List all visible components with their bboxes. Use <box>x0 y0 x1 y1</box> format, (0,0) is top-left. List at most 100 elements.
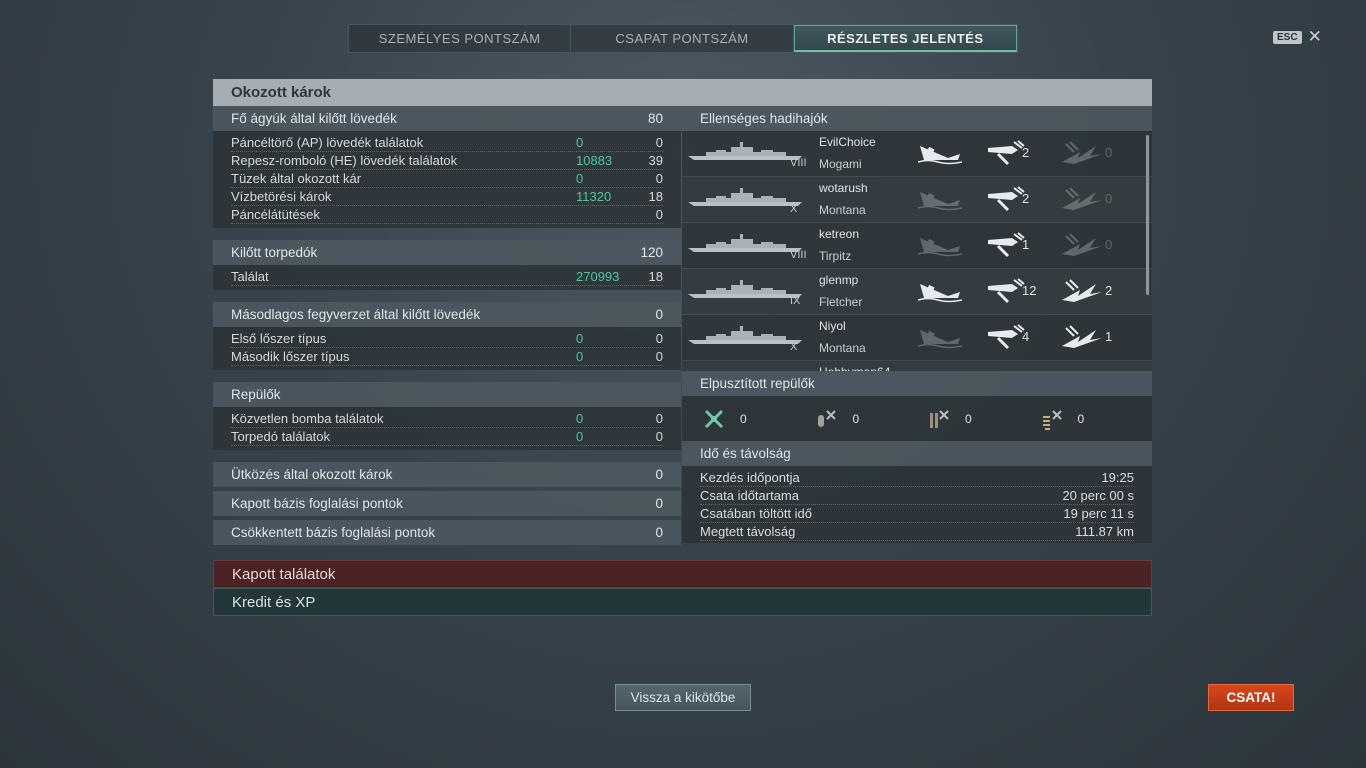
row-label: Első lőszer típus <box>231 331 327 346</box>
enemy-ship-row: Hobbyman64 <box>682 361 1152 371</box>
row-count: 0 <box>655 429 663 444</box>
plane-count: 0 <box>852 411 860 426</box>
row-label: Repesz-romboló (HE) lövedék találatok <box>231 153 458 168</box>
close-button[interactable]: ESC ✕ <box>1273 28 1322 45</box>
capture-label: Kapott bázis foglalási pontok <box>231 496 403 511</box>
tab-personal-score[interactable]: SZEMÉLYES PONTSZÁM <box>349 25 572 52</box>
flooding-count: 1 <box>1105 329 1113 344</box>
row-value: 20 perc 00 s <box>1062 488 1134 503</box>
player-name: Hobbyman64 <box>819 365 890 371</box>
credit-xp-bar[interactable]: Kredit és XP <box>213 588 1152 616</box>
plane-stat: 0 <box>927 407 1040 431</box>
table-row: Megtett távolság 111.87 km <box>700 523 1134 541</box>
row-damage: 0 <box>576 331 584 346</box>
row-label: Közvetlen bomba találatok <box>231 411 384 426</box>
row-count: 18 <box>648 269 663 284</box>
secondary-value: 0 <box>655 307 663 322</box>
ship-tier: VIII <box>790 249 807 261</box>
received-hits-bar[interactable]: Kapott találatok <box>213 560 1152 588</box>
ship-name: Tirpitz <box>819 249 852 263</box>
row-value: 111.87 km <box>1075 524 1134 539</box>
hits-count: 2 <box>1022 191 1030 206</box>
table-row: Csatában töltött idő 19 perc 11 s <box>700 505 1134 523</box>
row-label: Csata időtartama <box>700 488 799 503</box>
player-name: wotarush <box>819 181 868 195</box>
report-tabs: SZEMÉLYES PONTSZÁM CSAPAT PONTSZÁM RÉSZL… <box>348 24 1018 53</box>
time-distance-header: Idő és távolság <box>682 441 1152 466</box>
panel-title: Okozott károk <box>213 79 1152 106</box>
row-damage: 0 <box>576 411 584 426</box>
row-count: 0 <box>655 411 663 426</box>
ship-sunk-icon <box>917 140 963 166</box>
hits-count: 1 <box>1022 237 1030 252</box>
planes-label: Repülők <box>231 387 281 402</box>
row-value: 19 perc 11 s <box>1063 506 1134 521</box>
torpedoes-value: 120 <box>640 245 663 260</box>
bomber-icon <box>817 409 836 427</box>
tab-team-score[interactable]: CSAPAT PONTSZÁM <box>571 25 794 52</box>
ship-name: Fletcher <box>819 295 863 309</box>
plane-count: 0 <box>965 411 972 426</box>
ship-sunk-icon <box>917 232 963 258</box>
player-name: glenmp <box>819 273 859 287</box>
ship-tier: IX <box>790 295 801 307</box>
hits-count: 2 <box>1022 145 1030 160</box>
ramming-value: 0 <box>655 467 663 482</box>
ship-silhouette-icon <box>686 141 804 161</box>
flooding-count: 0 <box>1105 237 1113 252</box>
flooding-icon <box>1060 186 1104 212</box>
enemy-and-time-panel: Ellenséges hadihajók VIII EvilChoice Mogam… <box>682 106 1152 547</box>
table-row: Torpedó találatok 0 0 <box>231 428 663 446</box>
defense-label: Csökkentett bázis foglalási pontok <box>231 525 436 540</box>
capture-header: Kapott bázis foglalási pontok 0 <box>213 491 681 516</box>
esc-key-badge: ESC <box>1273 30 1302 44</box>
main-guns-header: Fő ágyúk által kilőtt lövedék 80 <box>213 106 681 131</box>
table-row: Csata időtartama 20 perc 00 s <box>700 487 1134 505</box>
secondary-label: Másodlagos fegyverzet által kilőtt löved… <box>231 307 481 322</box>
back-to-port-button[interactable]: Vissza a kikötőbe <box>615 684 751 711</box>
row-label: Páncéltörő (AP) lövedék találatok <box>231 135 424 150</box>
enemy-ships-header: Ellenséges hadihajók <box>682 106 1152 131</box>
planes-header: Repülők <box>213 382 681 407</box>
row-value: 19:25 <box>1101 470 1134 485</box>
enemy-ship-row: VIII EvilChoice Mogami 2 0 <box>682 131 1152 177</box>
table-row: Tüzek által okozott kár 0 0 <box>231 170 663 188</box>
secondary-rows: Első lőszer típus 0 0 Második lőszer típus… <box>213 327 681 370</box>
flooding-icon <box>1060 140 1104 166</box>
row-count: 0 <box>655 171 663 186</box>
battle-button[interactable]: CSATA! <box>1208 684 1294 711</box>
flooding-count: 0 <box>1105 191 1113 206</box>
row-damage: 0 <box>576 349 584 364</box>
torpedoes-label: Kilőtt torpedók <box>231 245 318 260</box>
row-count: 0 <box>655 135 663 150</box>
tab-detailed-report[interactable]: RÉSZLETES JELENTÉS <box>793 25 1017 52</box>
ramming-label: Ütközés által okozott károk <box>231 467 393 482</box>
flooding-count: 2 <box>1105 283 1113 298</box>
enemy-ship-row: Xwotarush Montana 2 0 <box>682 177 1152 223</box>
plane-count: 0 <box>1077 411 1085 426</box>
torpedo-bomber-icon <box>930 409 949 428</box>
secondary-header: Másodlagos fegyverzet által kilőtt löved… <box>213 302 681 327</box>
table-row: Első lőszer típus 0 0 <box>231 330 663 348</box>
flooding-count: 0 <box>1105 145 1113 160</box>
scrollbar[interactable] <box>1146 135 1149 295</box>
table-row: Repesz-romboló (HE) lövedék találatok 108… <box>231 152 663 170</box>
row-label: Vízbetörési károk <box>231 189 332 204</box>
capture-value: 0 <box>655 496 663 511</box>
close-icon[interactable]: ✕ <box>1308 28 1322 45</box>
row-label: Megtett távolság <box>700 524 796 539</box>
row-damage: 0 <box>576 135 584 150</box>
hits-count: 4 <box>1022 329 1030 344</box>
ship-silhouette-icon <box>686 233 804 253</box>
row-count: 39 <box>648 153 663 168</box>
row-count: 0 <box>655 331 663 346</box>
row-label: Csatában töltött idő <box>700 506 813 521</box>
destroyed-planes-row: 0 0 0 0 <box>682 396 1152 441</box>
ship-name: Mogami <box>819 157 862 171</box>
ship-name: Montana <box>819 341 866 355</box>
plane-stat: 0 <box>815 407 928 431</box>
destroyed-planes-header: Elpusztított repülők <box>682 371 1152 396</box>
hits-count: 12 <box>1022 283 1037 298</box>
table-row: Közvetlen bomba találatok 0 0 <box>231 410 663 428</box>
spotter-icon <box>1042 409 1062 430</box>
